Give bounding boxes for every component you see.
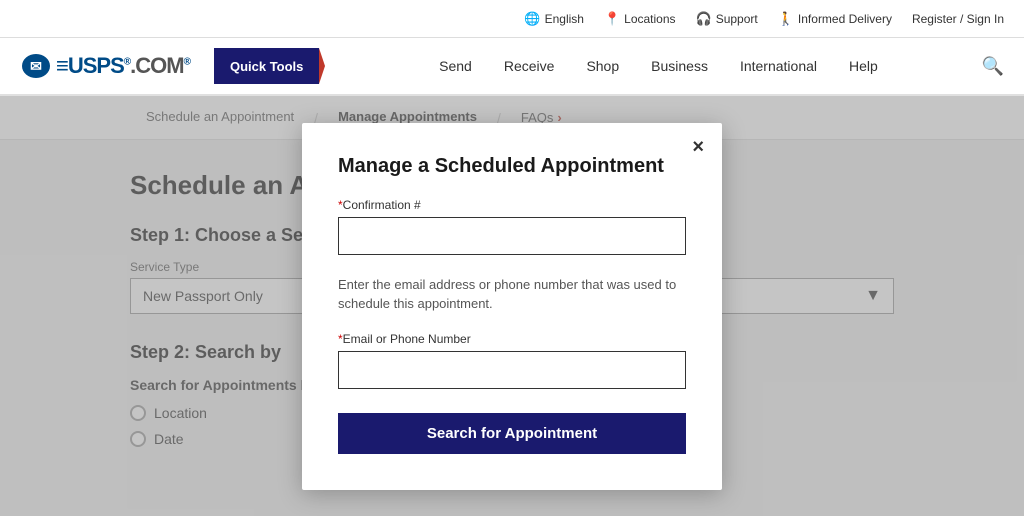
informed-label: Informed Delivery (798, 12, 892, 26)
email-label-text: Email or Phone Number (343, 332, 471, 346)
eagle-icon: ✉ (20, 52, 52, 80)
svg-text:✉: ✉ (30, 58, 42, 74)
english-label: English (545, 12, 584, 26)
delivery-icon: 🚶 (778, 11, 794, 27)
modal: × Manage a Scheduled Appointment *Confir… (302, 123, 722, 490)
nav-receive[interactable]: Receive (504, 58, 555, 74)
modal-title: Manage a Scheduled Appointment (338, 155, 686, 178)
register-label: Register / Sign In (912, 12, 1004, 26)
email-phone-label: *Email or Phone Number (338, 332, 686, 346)
confirmation-label-text: Confirmation # (343, 198, 421, 212)
search-appointment-button[interactable]: Search for Appointment (338, 413, 686, 454)
confirmation-label: *Confirmation # (338, 198, 686, 212)
modal-backdrop: × Manage a Scheduled Appointment *Confir… (0, 96, 1024, 516)
logo[interactable]: ✉ ≡USPS®.COM® (20, 52, 190, 80)
nav-links: Send Receive Shop Business International… (335, 58, 981, 74)
modal-close-button[interactable]: × (692, 137, 704, 157)
nav-send[interactable]: Send (439, 58, 472, 74)
english-selector[interactable]: 🌐 English (524, 11, 584, 27)
pin-icon: 📍 (604, 11, 620, 27)
locations-label: Locations (624, 12, 675, 26)
nav-business[interactable]: Business (651, 58, 708, 74)
nav-shop[interactable]: Shop (586, 58, 619, 74)
page-wrapper: Schedule an Appointment / Manage Appoint… (0, 96, 1024, 516)
quick-tools-button[interactable]: Quick Tools (214, 48, 319, 84)
register-link[interactable]: Register / Sign In (912, 12, 1004, 26)
confirmation-input[interactable] (338, 217, 686, 255)
top-bar: 🌐 English 📍 Locations 🎧 Support 🚶 Inform… (0, 0, 1024, 38)
headset-icon: 🎧 (696, 11, 712, 27)
email-phone-input[interactable] (338, 351, 686, 389)
logo-usps-text: ≡USPS®.COM® (56, 53, 190, 79)
nav-help[interactable]: Help (849, 58, 878, 74)
informed-delivery-link[interactable]: 🚶 Informed Delivery (778, 11, 892, 27)
locations-link[interactable]: 📍 Locations (604, 11, 676, 27)
nav-international[interactable]: International (740, 58, 817, 74)
search-icon[interactable]: 🔍 (982, 56, 1004, 77)
support-label: Support (716, 12, 758, 26)
support-link[interactable]: 🎧 Support (696, 11, 758, 27)
modal-description: Enter the email address or phone number … (338, 275, 686, 314)
main-nav: ✉ ≡USPS®.COM® Quick Tools Send Receive S… (0, 38, 1024, 96)
globe-icon: 🌐 (524, 11, 540, 27)
